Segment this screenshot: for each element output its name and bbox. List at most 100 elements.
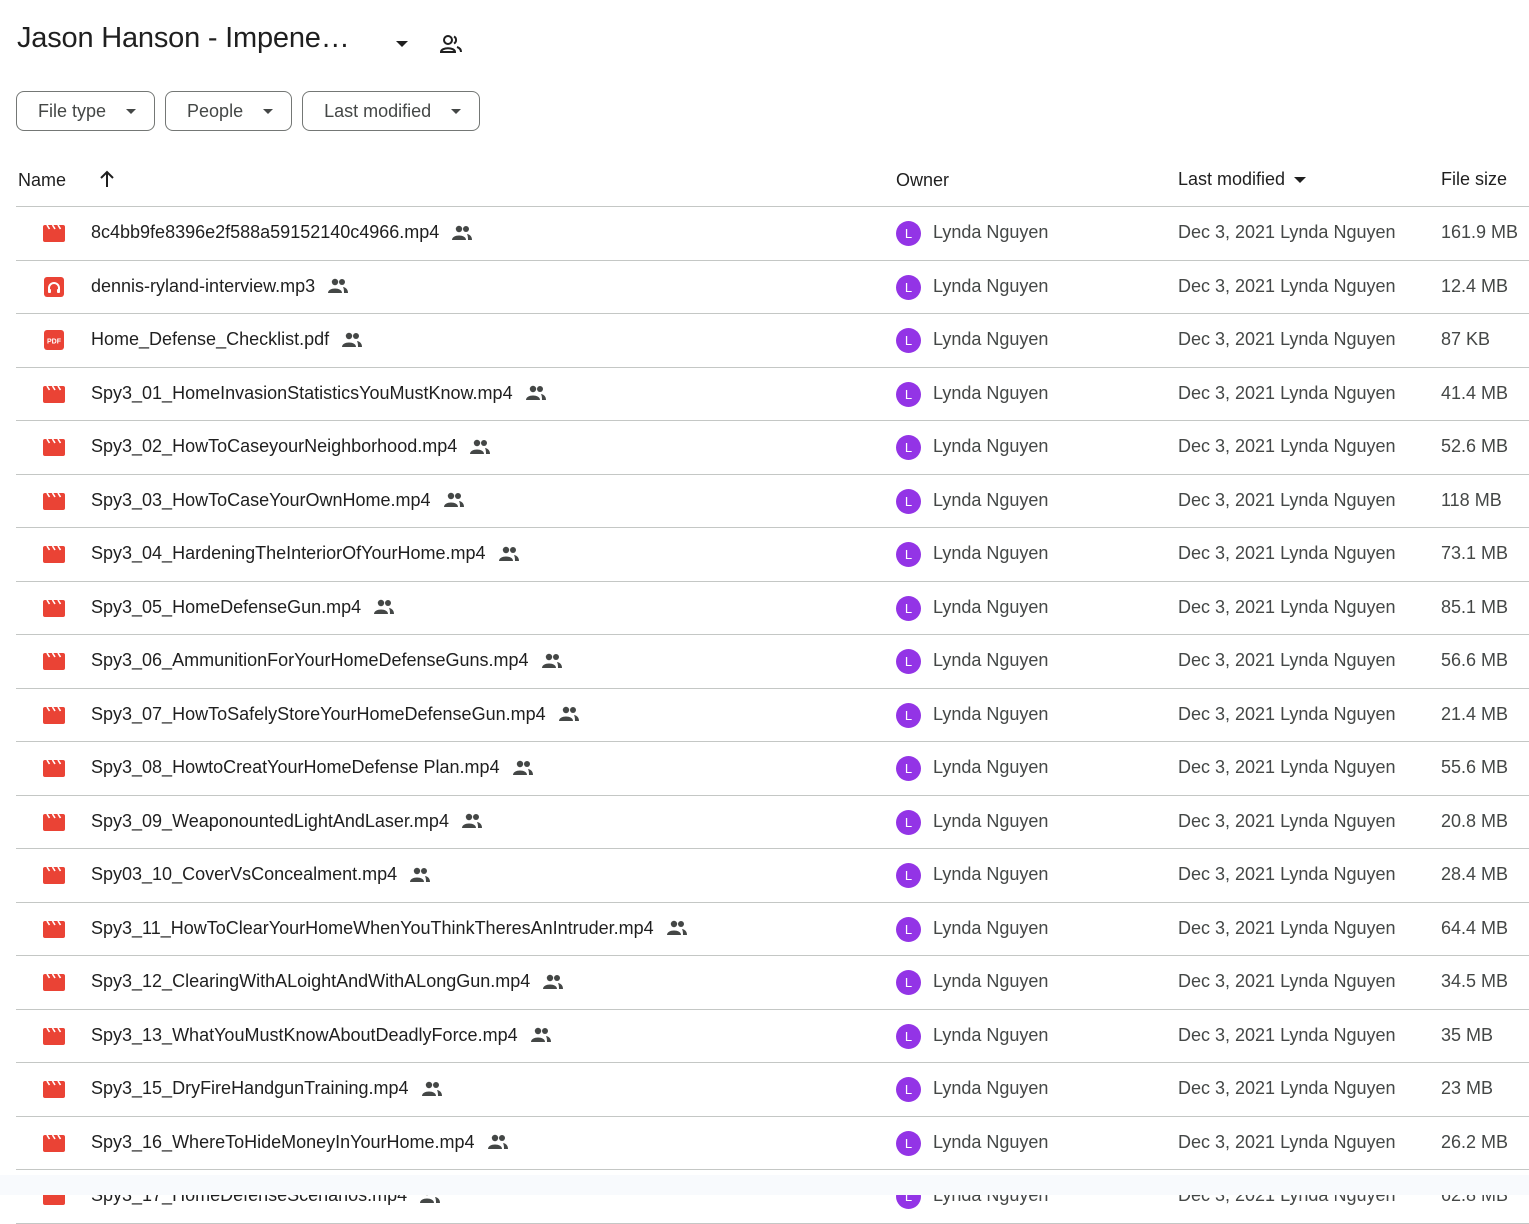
file-name[interactable]: dennis-ryland-interview.mp3 — [91, 276, 315, 297]
people-filter[interactable]: People — [165, 91, 293, 131]
file-name[interactable]: Spy3_06_AmmunitionForYourHomeDefenseGuns… — [91, 650, 529, 671]
video-file-icon — [43, 813, 65, 831]
folder-title[interactable]: Jason Hanson - Impene… — [17, 22, 350, 55]
file-size: 56.6 MB — [1441, 650, 1509, 670]
owner-name: Lynda Nguyen — [933, 864, 1049, 884]
file-name[interactable]: Home_Defense_Checklist.pdf — [91, 329, 329, 350]
table-row[interactable]: Spy03_10_CoverVsConcealment.mp4 L Lynda N… — [16, 849, 1529, 903]
file-size: 26.2 MB — [1441, 1131, 1509, 1152]
owner-name: Lynda Nguyen — [933, 810, 1049, 831]
table-row[interactable]: Spy3_05_HomeDefenseGun.mp4 L Lynda Nguyen… — [16, 582, 1529, 635]
filter-label: Last modified — [324, 100, 432, 121]
table-row[interactable]: Spy3_06_AmmunitionForYourHomeDefenseGuns… — [16, 635, 1529, 689]
owner-name: Lynda Nguyen — [933, 436, 1049, 456]
chevron-down-icon[interactable] — [390, 34, 414, 54]
file-name-cell: Spy3_16_WhereToHideMoneyInYourHome.mp4 — [91, 1132, 509, 1153]
owner-name: Lynda Nguyen — [933, 382, 1049, 403]
table-header: Name Owner Last modified File size — [16, 152, 1529, 207]
column-header-file-size[interactable]: File size — [1441, 169, 1507, 190]
last-modified: Dec 3, 2021 Lynda Nguyen — [1178, 382, 1396, 403]
file-name-cell: 8c4bb9fe8396e2f588a59152140c4966.mp4 — [91, 222, 473, 243]
owner-name: Lynda Nguyen — [933, 650, 1049, 670]
file-name[interactable]: Spy3_07_HowToSafelyStoreYourHomeDefenseG… — [91, 704, 546, 725]
table-row[interactable]: PDF Home_Defense_Checklist.pdf L Lynda Ngu… — [16, 314, 1529, 368]
file-name-cell: Spy3_04_HardeningTheInteriorOfYourHome.m… — [91, 543, 520, 564]
table-row[interactable]: Spy3_03_HowToCaseYourOwnHome.mp4 L Lynda … — [16, 475, 1529, 528]
file-name[interactable]: Spy3_04_HardeningTheInteriorOfYourHome.m… — [91, 543, 486, 564]
filter-label: File type — [38, 100, 107, 121]
last-modified-filter[interactable]: Last modified — [302, 91, 481, 131]
shared-users-icon — [530, 1027, 551, 1042]
owner-name: Lynda Nguyen — [933, 222, 1049, 242]
file-name[interactable]: 8c4bb9fe8396e2f588a59152140c4966.mp4 — [91, 222, 439, 243]
file-name[interactable]: Spy3_15_DryFireHandgunTraining.mp4 — [91, 1078, 409, 1099]
bottom-bar — [0, 1175, 1529, 1195]
avatar: L — [896, 488, 921, 514]
last-modified: Dec 3, 2021 Lynda Nguyen — [1178, 275, 1396, 296]
file-name[interactable]: Spy3_05_HomeDefenseGun.mp4 — [91, 597, 361, 618]
file-name-cell: Spy3_06_AmmunitionForYourHomeDefenseGuns… — [91, 650, 563, 671]
avatar: L — [896, 756, 921, 781]
avatar: L — [896, 328, 921, 353]
avatar: L — [896, 863, 921, 888]
column-header-last-modified[interactable]: Last modified — [1178, 169, 1307, 190]
file-size: 73.1 MB — [1441, 543, 1509, 563]
column-header-name[interactable]: Name — [18, 170, 66, 191]
table-row[interactable]: Spy3_02_HowToCaseyourNeighborhood.mp4 LL… — [16, 421, 1529, 475]
file-name[interactable]: Spy3_08_HowtoCreatYourHomeDefense Plan.m… — [91, 757, 500, 778]
table-row[interactable]: Spy3_12_ClearingWithALoightAndWithALongG… — [16, 956, 1529, 1010]
owner-name: Lynda Nguyen — [933, 596, 1049, 617]
shared-users-icon — [374, 599, 395, 614]
sort-ascending-arrow-icon[interactable] — [96, 168, 118, 190]
file-name-cell: dennis-ryland-interview.mp3 — [91, 276, 349, 297]
table-row[interactable]: 8c4bb9fe8396e2f588a59152140c4966.mp4 L Ly… — [16, 207, 1529, 261]
table-row[interactable]: Spy3_07_HowToSafelyStoreYourHomeDefenseG… — [16, 689, 1529, 742]
sort-descending-caret-icon — [1294, 177, 1307, 184]
avatar: L — [896, 221, 921, 246]
table-row[interactable]: Spy3_16_WhereToHideMoneyInYourHome.mp4 L… — [16, 1117, 1529, 1170]
table-row[interactable]: dennis-ryland-interview.mp3 L Lynda Nguye… — [16, 261, 1529, 314]
file-name[interactable]: Spy3_01_HomeInvasionStatisticsYouMustKno… — [91, 383, 513, 404]
table-row[interactable]: Spy3_11_HowToClearYourHomeWhenYouThinkTh… — [16, 903, 1529, 956]
table-row[interactable]: Spy3_09_WeaponountedLightAndLaser.mp4 LL… — [16, 796, 1529, 849]
shared-users-icon — [558, 706, 579, 721]
shared-users-icon — [498, 546, 519, 561]
owner-name: Lynda Nguyen — [933, 971, 1049, 991]
file-name[interactable]: Spy3_11_HowToClearYourHomeWhenYouThinkTh… — [91, 918, 654, 939]
file-size: 161.9 MB — [1441, 222, 1519, 242]
shared-users-icon — [328, 278, 349, 293]
file-name[interactable]: Spy3_13_WhatYouMustKnowAboutDeadlyForce.… — [91, 1025, 518, 1046]
video-file-icon — [43, 599, 65, 617]
file-name-cell: Home_Defense_Checklist.pdf — [91, 329, 363, 350]
table-row[interactable]: Spy3_04_HardeningTheInteriorOfYourHome.m… — [16, 528, 1529, 582]
last-modified: Dec 3, 2021 Lynda Nguyen — [1178, 703, 1396, 724]
file-name[interactable]: Spy03_10_CoverVsConcealment.mp4 — [91, 864, 397, 885]
last-modified: Dec 3, 2021 Lynda Nguyen — [1178, 1024, 1396, 1045]
table-row[interactable]: Spy3_08_HowtoCreatYourHomeDefense Plan.m… — [16, 742, 1529, 796]
table-row[interactable]: Spy3_01_HomeInvasionStatisticsYouMustKno… — [16, 368, 1529, 421]
table-row[interactable]: Spy3_15_DryFireHandgunTraining.mp4 L Lynd… — [16, 1063, 1529, 1117]
shared-users-icon — [666, 920, 687, 935]
file-name[interactable]: Spy3_16_WhereToHideMoneyInYourHome.mp4 — [91, 1132, 475, 1153]
avatar: L — [896, 649, 921, 674]
pdf-file-icon: PDF — [44, 330, 64, 350]
file-size: 21.4 MB — [1441, 703, 1509, 724]
file-name-cell: Spy3_15_DryFireHandgunTraining.mp4 — [91, 1078, 443, 1099]
file-type-filter[interactable]: File type — [16, 91, 156, 131]
dropdown-caret-icon — [263, 108, 274, 114]
table-row[interactable]: Spy3_13_WhatYouMustKnowAboutDeadlyForce.… — [16, 1010, 1529, 1063]
column-header-owner[interactable]: Owner — [896, 170, 949, 191]
file-name[interactable]: Spy3_12_ClearingWithALoightAndWithALongG… — [91, 971, 530, 992]
file-name-cell: Spy3_13_WhatYouMustKnowAboutDeadlyForce.… — [91, 1025, 552, 1046]
file-name[interactable]: Spy3_03_HowToCaseYourOwnHome.mp4 — [91, 490, 431, 511]
pdf-icon-label: PDF — [47, 339, 62, 346]
last-modified: Dec 3, 2021 Lynda Nguyen — [1178, 810, 1396, 831]
avatar: L — [896, 274, 921, 300]
file-name[interactable]: Spy3_02_HowToCaseyourNeighborhood.mp4 — [91, 436, 457, 457]
last-modified: Dec 3, 2021 Lynda Nguyen — [1178, 543, 1396, 563]
avatar: L — [896, 1130, 921, 1156]
audio-file-icon — [44, 276, 64, 297]
file-name[interactable]: Spy3_09_WeaponountedLightAndLaser.mp4 — [91, 811, 449, 832]
video-file-icon — [43, 438, 65, 456]
shared-users-icon — [470, 439, 491, 454]
